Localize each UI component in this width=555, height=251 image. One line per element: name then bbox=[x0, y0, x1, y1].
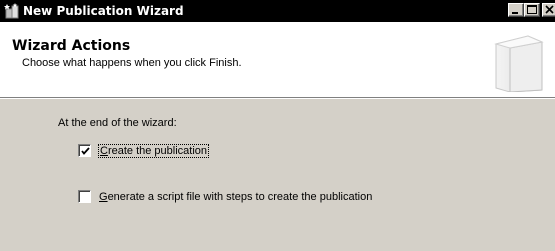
title-bar[interactable]: New Publication Wizard bbox=[0, 0, 555, 22]
window-title: New Publication Wizard bbox=[23, 4, 184, 18]
generate-script-option[interactable]: Generate a script file with steps to cre… bbox=[78, 190, 372, 203]
wizard-app-icon bbox=[4, 3, 20, 19]
intro-label: At the end of the wizard: bbox=[58, 117, 177, 129]
minimize-button[interactable] bbox=[508, 3, 524, 17]
wizard-header: Wizard Actions Choose what happens when … bbox=[0, 22, 555, 98]
create-publication-checkbox[interactable] bbox=[78, 144, 91, 157]
page-title: Wizard Actions bbox=[12, 38, 131, 54]
generate-script-checkbox[interactable] bbox=[78, 190, 91, 203]
wizard-banner-icon bbox=[488, 30, 548, 93]
generate-script-label[interactable]: Generate a script file with steps to cre… bbox=[99, 191, 372, 203]
create-publication-label[interactable]: Create the publication bbox=[97, 143, 210, 158]
close-button[interactable] bbox=[542, 3, 555, 17]
wizard-body: At the end of the wizard: Create the pub… bbox=[0, 99, 555, 251]
page-subtitle: Choose what happens when you click Finis… bbox=[22, 57, 242, 69]
maximize-button[interactable] bbox=[524, 3, 540, 17]
create-publication-option[interactable]: Create the publication bbox=[78, 143, 210, 158]
